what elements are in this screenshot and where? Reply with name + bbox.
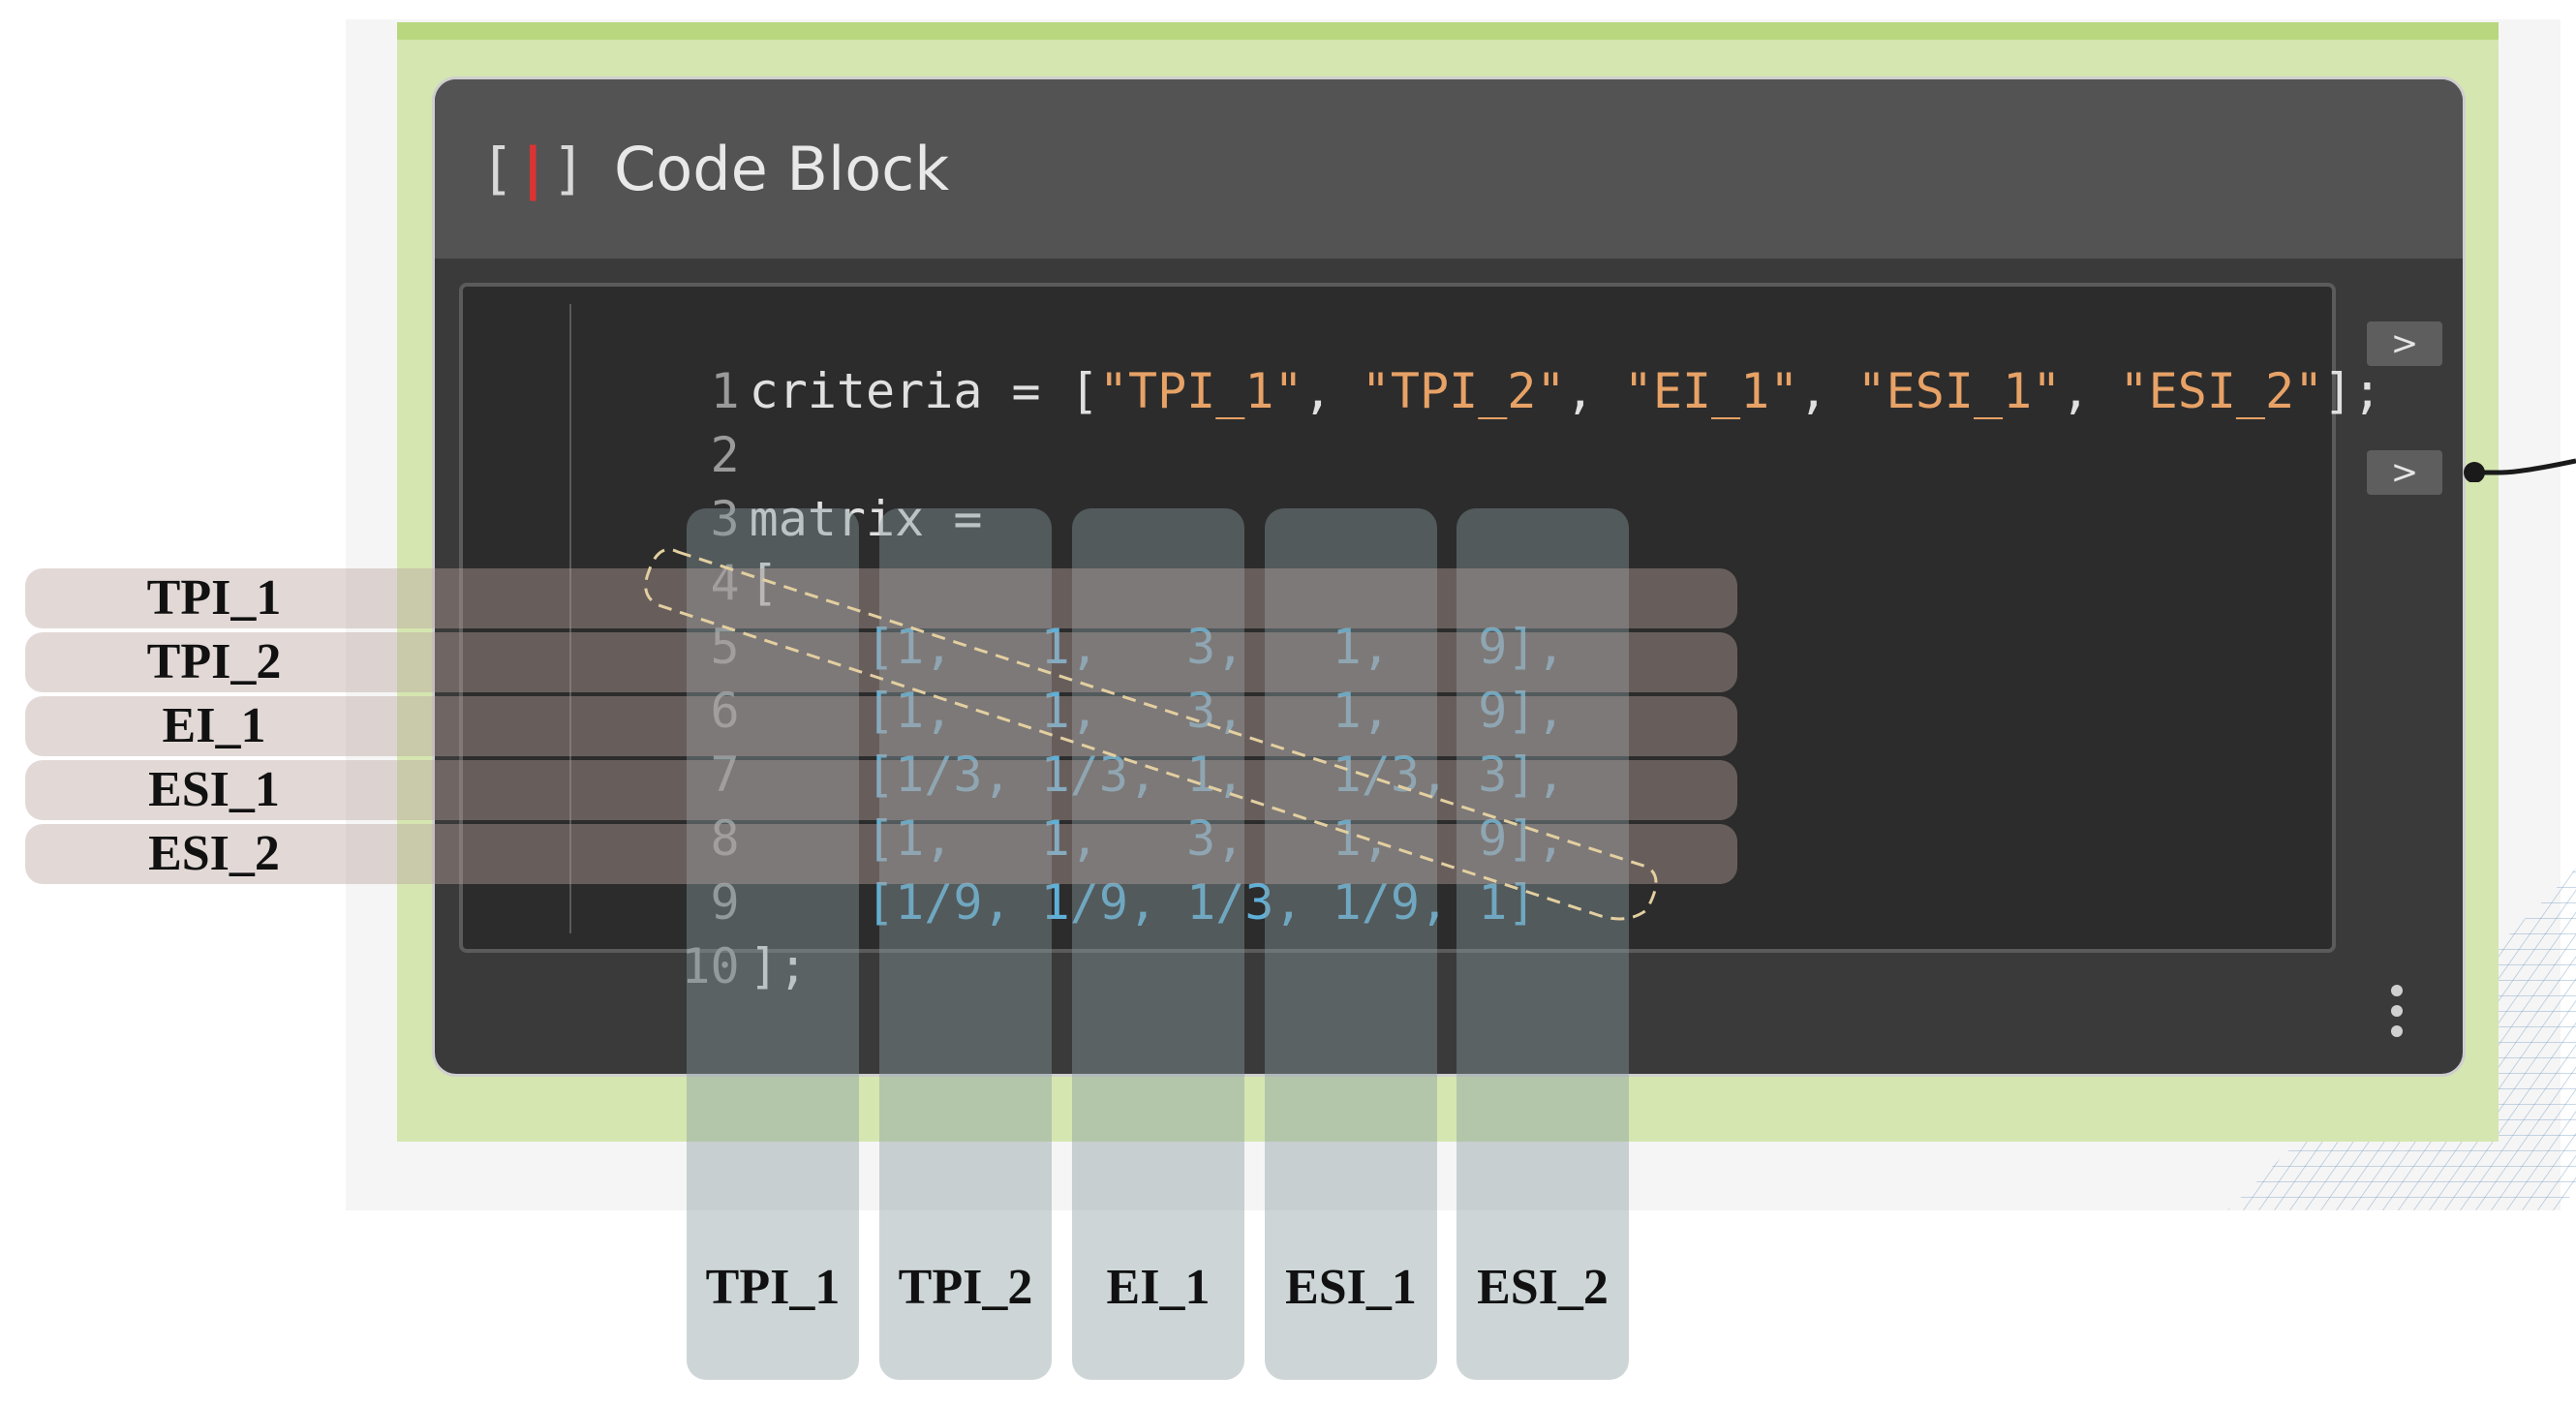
row-label: TPI_2: [146, 634, 282, 689]
node-header[interactable]: [|] Code Block: [435, 79, 2463, 259]
node-menu-icon[interactable]: [2391, 985, 2405, 1049]
row-label: ESI_2: [148, 826, 280, 881]
code-block-icon: [|]: [480, 136, 588, 201]
output-port-matrix[interactable]: >: [2367, 450, 2442, 495]
code-line: 1 criteria = ["TPI_1", "TPI_2", "EI_1", "…: [463, 304, 2382, 419]
diagonal-highlight: [644, 548, 1658, 921]
node-title: Code Block: [614, 134, 950, 204]
output-port-criteria[interactable]: >: [2367, 321, 2442, 366]
column-label: ESI_1: [1285, 1260, 1417, 1315]
row-label: ESI_1: [148, 762, 280, 817]
column-label: EI_1: [1106, 1260, 1211, 1315]
code-line: 2: [463, 368, 2332, 483]
code-line: 3 matrix =: [463, 432, 2332, 547]
column-label: TPI_1: [705, 1260, 841, 1315]
row-label: EI_1: [162, 698, 266, 753]
output-wire: [2464, 458, 2576, 482]
column-label: ESI_2: [1477, 1260, 1609, 1315]
row-label: TPI_1: [146, 570, 282, 626]
column-label: TPI_2: [898, 1260, 1033, 1315]
